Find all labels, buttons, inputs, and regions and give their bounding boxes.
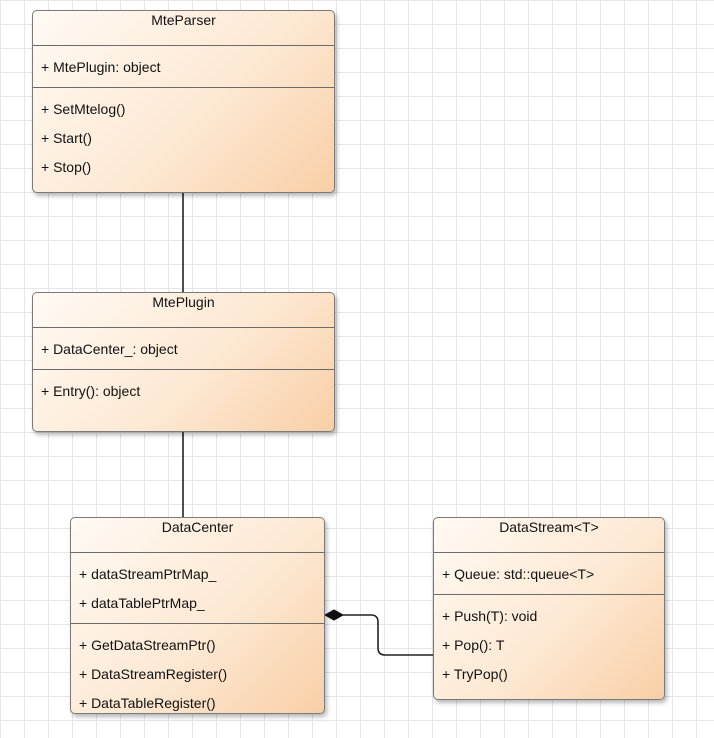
class-name: MteParser	[33, 11, 334, 46]
class-datastream[interactable]: DataStream<T> + Queue: std::queue<T> + P…	[433, 517, 665, 700]
composition-line-datacenter-datastream[interactable]	[343, 614, 433, 656]
attribute[interactable]: + dataTablePtrMap_	[79, 589, 324, 618]
operation[interactable]: + Push(T): void	[442, 602, 664, 631]
class-mteplugin[interactable]: MtePlugin + DataCenter_: object + Entry(…	[32, 292, 335, 432]
attribute[interactable]: + MtePlugin: object	[41, 53, 334, 82]
class-name: MtePlugin	[33, 293, 334, 328]
attributes-section: + dataStreamPtrMap_ + dataTablePtrMap_	[71, 553, 324, 624]
operations-section: + GetDataStreamPtr() + DataStreamRegiste…	[71, 624, 324, 713]
operations-section: + Push(T): void + Pop(): T + TryPop()	[434, 595, 664, 694]
operation[interactable]: + GetDataStreamPtr()	[79, 631, 324, 660]
diagram-canvas: MteParser + MtePlugin: object + SetMtelo…	[0, 0, 714, 738]
operation[interactable]: + Stop()	[41, 153, 334, 182]
composition-diamond-icon	[323, 609, 345, 621]
attributes-section: + DataCenter_: object	[33, 328, 334, 370]
attributes-section: + Queue: std::queue<T>	[434, 553, 664, 595]
operation[interactable]: + TryPop()	[442, 660, 664, 689]
operation[interactable]: + Pop(): T	[442, 631, 664, 660]
class-name: DataCenter	[71, 518, 324, 553]
class-mteparser[interactable]: MteParser + MtePlugin: object + SetMtelo…	[32, 10, 335, 193]
class-name: DataStream<T>	[434, 518, 664, 553]
operation[interactable]: + Start()	[41, 124, 334, 153]
operation[interactable]: + DataStreamRegister()	[79, 660, 324, 689]
operations-section: + SetMtelog() + Start() + Stop()	[33, 88, 334, 187]
operations-section: + Entry(): object	[33, 370, 334, 411]
attributes-section: + MtePlugin: object	[33, 46, 334, 88]
attribute[interactable]: + DataCenter_: object	[41, 335, 334, 364]
operation[interactable]: + SetMtelog()	[41, 95, 334, 124]
operation[interactable]: + DataTableRegister()	[79, 689, 324, 713]
operation[interactable]: + Entry(): object	[41, 377, 334, 406]
attribute[interactable]: + Queue: std::queue<T>	[442, 560, 664, 589]
class-datacenter[interactable]: DataCenter + dataStreamPtrMap_ + dataTab…	[70, 517, 325, 714]
attribute[interactable]: + dataStreamPtrMap_	[79, 560, 324, 589]
